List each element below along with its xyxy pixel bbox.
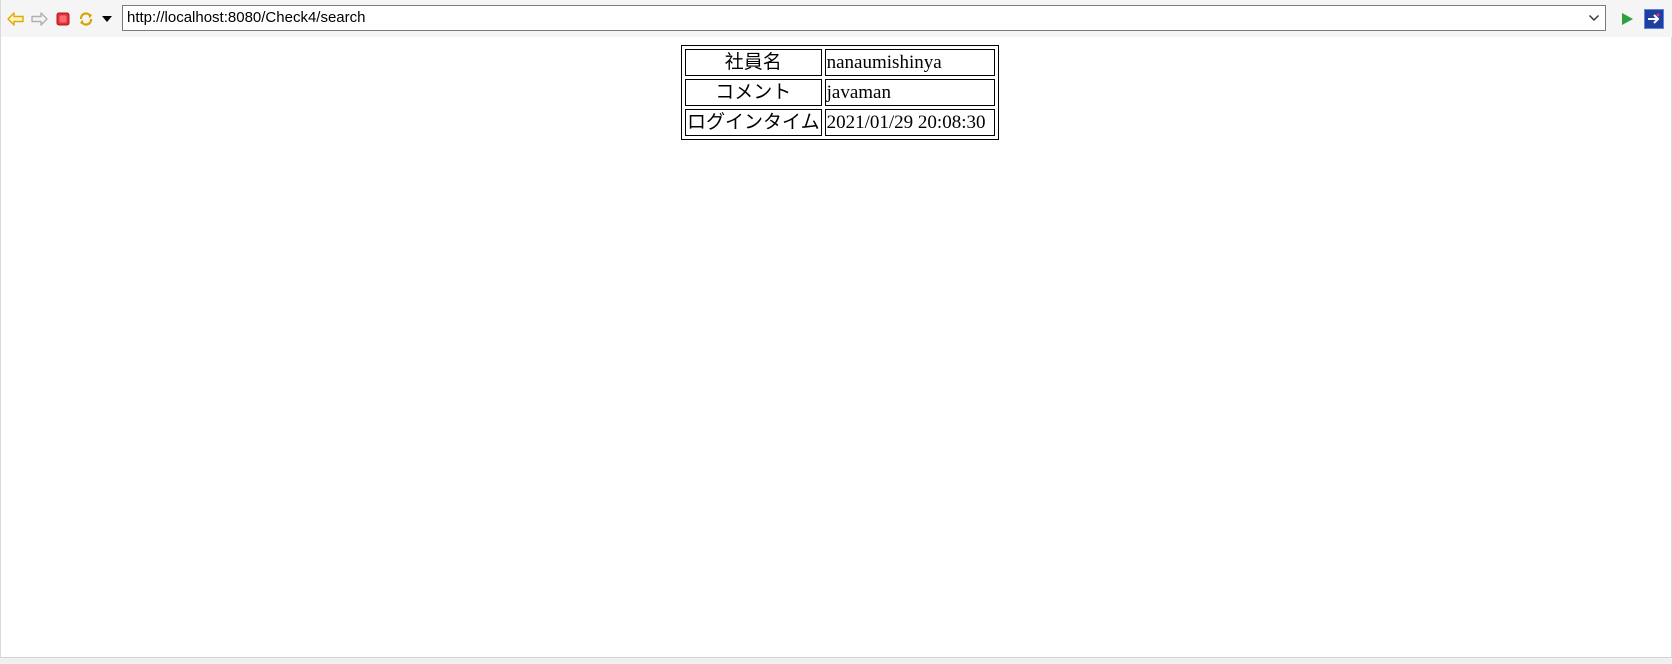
refresh-icon	[79, 12, 93, 26]
forward-button[interactable]	[28, 8, 50, 30]
employee-name-value: nanaumishinya	[824, 49, 995, 76]
employee-name-label: 社員名	[685, 49, 822, 76]
login-time-label: ログインタイム	[685, 109, 822, 136]
forward-arrow-icon	[31, 12, 48, 26]
stop-button[interactable]	[52, 8, 74, 30]
login-time-value: 2021/01/29 20:08:30	[824, 109, 995, 136]
back-arrow-icon	[7, 12, 24, 26]
comment-label: コメント	[685, 79, 822, 106]
page-content: 社員名 nanaumishinya コメント javaman ログインタイム 2…	[1, 37, 1672, 657]
address-bar-dropdown-button[interactable]	[1585, 8, 1603, 28]
address-bar-url[interactable]: http://localhost:8080/Check4/search	[127, 6, 365, 30]
open-external-browser-icon	[1644, 9, 1664, 29]
go-play-icon	[1622, 13, 1633, 25]
refresh-button[interactable]	[75, 8, 97, 30]
address-bar[interactable]: http://localhost:8080/Check4/search	[122, 5, 1606, 31]
table-row: コメント javaman	[685, 79, 995, 106]
open-external-browser-button[interactable]	[1643, 8, 1665, 30]
browser-window: http://localhost:8080/Check4/search 社員名 …	[0, 0, 1672, 661]
go-button[interactable]	[1616, 8, 1638, 30]
dropdown-triangle-icon	[102, 16, 112, 22]
table-row: 社員名 nanaumishinya	[685, 49, 995, 76]
chevron-down-icon	[1589, 15, 1599, 21]
browser-toolbar: http://localhost:8080/Check4/search	[1, 0, 1672, 37]
table-row: ログインタイム 2021/01/29 20:08:30	[685, 109, 995, 136]
stop-icon	[56, 12, 70, 26]
comment-value: javaman	[824, 79, 995, 106]
back-button[interactable]	[5, 8, 27, 30]
employee-info-table: 社員名 nanaumishinya コメント javaman ログインタイム 2…	[681, 45, 999, 140]
history-dropdown-button[interactable]	[96, 8, 118, 30]
